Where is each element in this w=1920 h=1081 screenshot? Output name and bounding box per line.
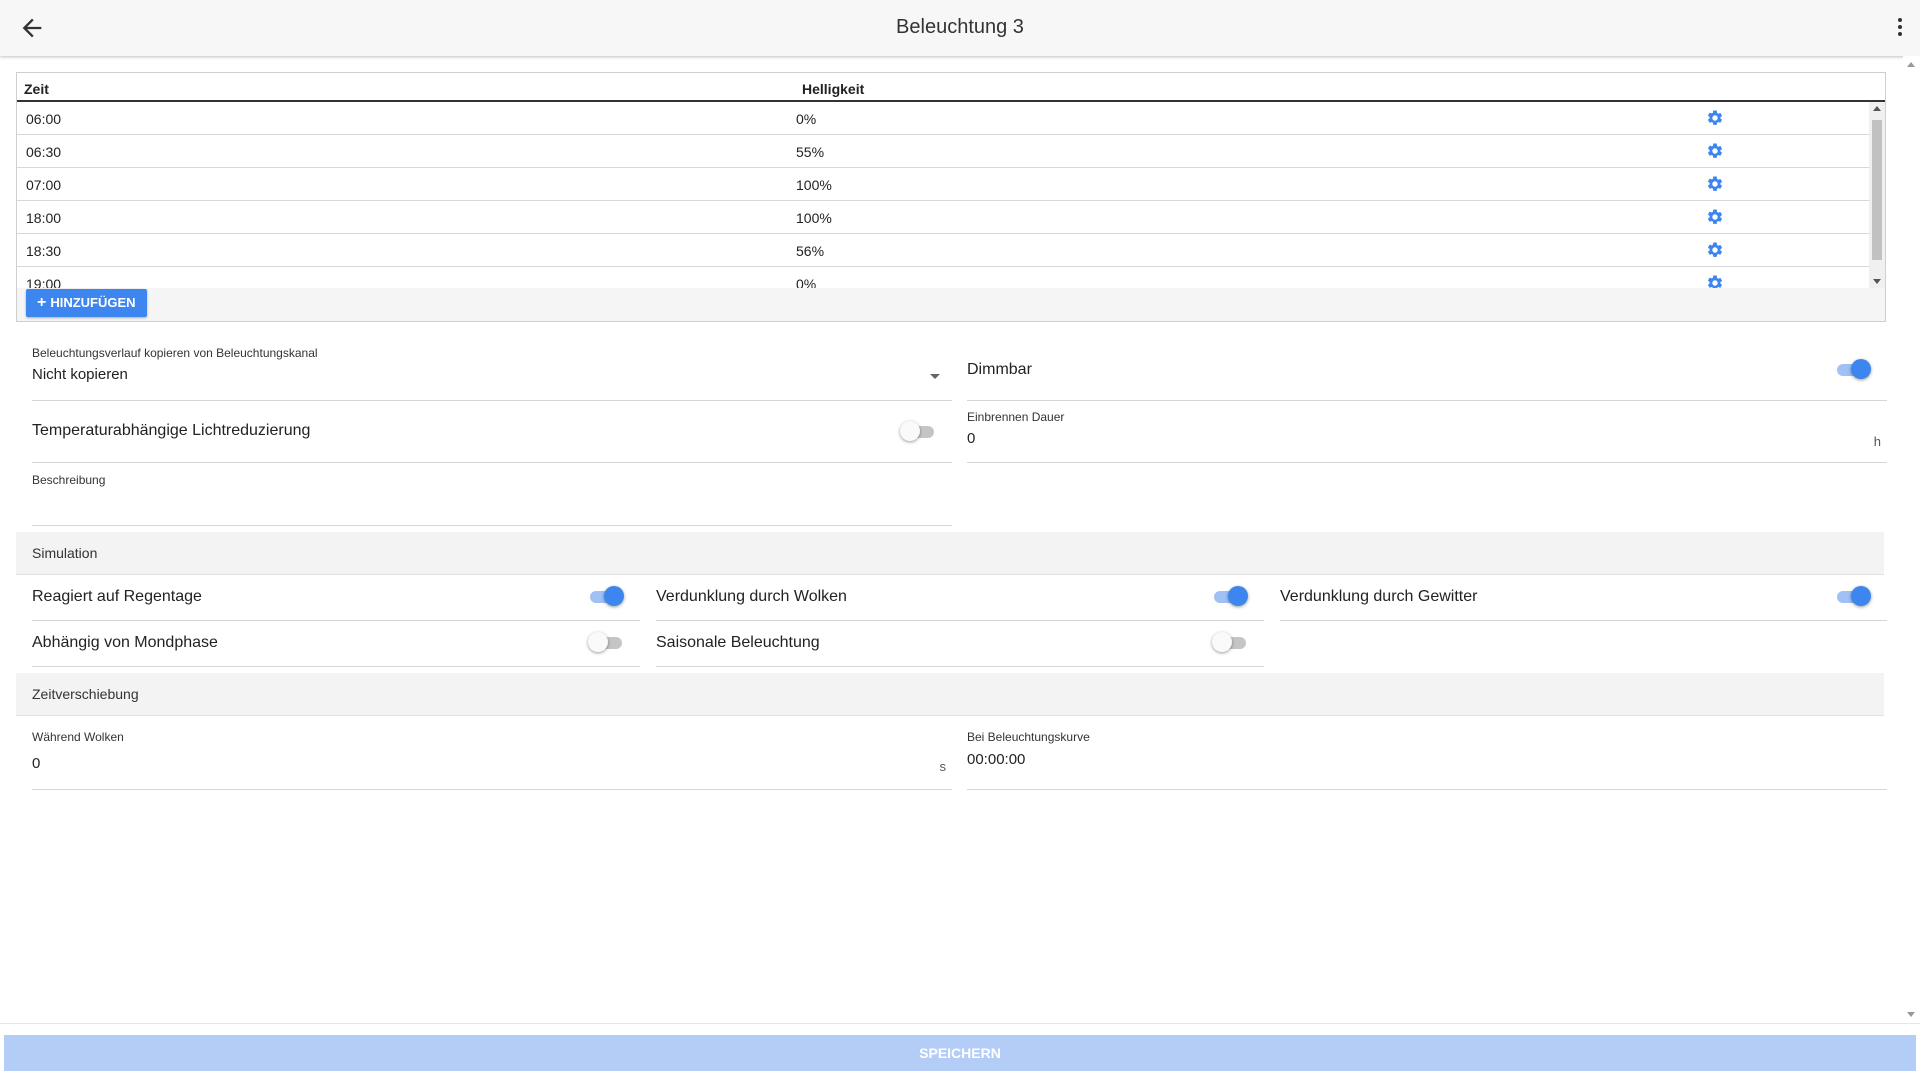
gear-icon[interactable] bbox=[1706, 208, 1724, 226]
cloud-timeshift-unit: s bbox=[939, 759, 947, 774]
curve-timeshift-field[interactable]: Bei Beleuchtungskurve 00:00:00 bbox=[967, 730, 1887, 790]
row-time: 19:00 bbox=[26, 276, 62, 288]
row-brightness: 0% bbox=[796, 276, 817, 288]
column-header-brightness: Helligkeit bbox=[802, 81, 865, 97]
burn-in-unit: h bbox=[1873, 434, 1881, 449]
gear-icon[interactable] bbox=[1706, 142, 1724, 160]
row-brightness: 0% bbox=[796, 111, 817, 127]
seasonal-lighting-label: Saisonale Beleuchtung bbox=[656, 634, 820, 651]
burn-in-duration-field[interactable]: Einbrennen Dauer 0 h bbox=[967, 410, 1887, 463]
timeshift-section-header: Zeitverschiebung bbox=[16, 673, 1884, 716]
scroll-down-arrow-icon[interactable] bbox=[1873, 279, 1881, 284]
table-row[interactable]: 06:00 0% bbox=[17, 102, 1885, 135]
simulation-section-header: Simulation bbox=[16, 532, 1884, 575]
row-brightness: 100% bbox=[796, 210, 832, 226]
cloud-timeshift-value: 0 bbox=[32, 755, 41, 772]
burn-in-label: Einbrennen Dauer bbox=[967, 410, 1065, 424]
storm-dimming-label: Verdunklung durch Gewitter bbox=[1280, 588, 1478, 605]
row-time: 07:00 bbox=[26, 177, 62, 193]
scroll-up-arrow-icon[interactable] bbox=[1873, 106, 1881, 111]
cloud-dimming-row: Verdunklung durch Wolken bbox=[656, 575, 1264, 621]
simulation-title: Simulation bbox=[32, 545, 98, 561]
more-vert-icon[interactable] bbox=[1890, 16, 1910, 40]
page-scrollbar[interactable] bbox=[1903, 56, 1920, 1023]
rain-days-label: Reagiert auf Regentage bbox=[32, 588, 202, 605]
gear-icon[interactable] bbox=[1706, 175, 1724, 193]
row-time: 18:30 bbox=[26, 243, 62, 259]
table-row[interactable]: 18:00 100% bbox=[17, 201, 1885, 234]
curve-timeshift-value: 00:00:00 bbox=[967, 751, 1026, 768]
copy-from-select[interactable]: Beleuchtungsverlauf kopieren von Beleuch… bbox=[32, 346, 952, 401]
row-time: 06:30 bbox=[26, 144, 62, 160]
rain-days-row: Reagiert auf Regentage bbox=[32, 575, 640, 621]
scroll-thumb[interactable] bbox=[1872, 120, 1882, 260]
cloud-timeshift-label: Während Wolken bbox=[32, 730, 124, 744]
row-brightness: 55% bbox=[796, 144, 825, 160]
dimmable-row: Dimmbar bbox=[967, 346, 1887, 401]
gear-icon[interactable] bbox=[1706, 109, 1724, 127]
gear-icon[interactable] bbox=[1706, 274, 1724, 288]
description-label: Beschreibung bbox=[32, 473, 106, 487]
footer-bar: SPEICHERN bbox=[0, 1023, 1920, 1081]
temp-reduction-toggle[interactable] bbox=[900, 421, 936, 441]
table-row[interactable]: 19:00 0% bbox=[17, 267, 1885, 288]
row-time: 06:00 bbox=[26, 111, 62, 127]
storm-dimming-toggle[interactable] bbox=[1835, 586, 1871, 606]
column-header-time: Zeit bbox=[24, 81, 49, 97]
lighting-schedule-table: Zeit Helligkeit 06:00 0% 06:30 55% 07:00… bbox=[16, 72, 1886, 322]
add-entry-button[interactable]: + HINZUFÜGEN bbox=[26, 289, 147, 317]
copy-from-label: Beleuchtungsverlauf kopieren von Beleuch… bbox=[32, 346, 318, 360]
temp-reduction-row: Temperaturabhängige Lichtreduzierung bbox=[32, 400, 952, 463]
storm-dimming-row: Verdunklung durch Gewitter bbox=[1280, 575, 1887, 621]
scroll-up-arrow-icon[interactable] bbox=[1907, 62, 1915, 67]
row-time: 18:00 bbox=[26, 210, 62, 226]
row-brightness: 100% bbox=[796, 177, 832, 193]
curve-timeshift-label: Bei Beleuchtungskurve bbox=[967, 730, 1090, 744]
plus-icon: + bbox=[37, 294, 47, 311]
scroll-down-arrow-icon[interactable] bbox=[1907, 1012, 1915, 1017]
rain-days-toggle[interactable] bbox=[588, 586, 624, 606]
page-title: Beleuchtung 3 bbox=[896, 16, 1024, 38]
moon-phase-label: Abhängig von Mondphase bbox=[32, 634, 218, 651]
gear-icon[interactable] bbox=[1706, 241, 1724, 259]
description-field[interactable]: Beschreibung bbox=[32, 473, 952, 526]
copy-from-value: Nicht kopieren bbox=[32, 366, 128, 383]
cloud-dimming-label: Verdunklung durch Wolken bbox=[656, 588, 847, 605]
app-bar: Beleuchtung 3 bbox=[0, 0, 1920, 56]
timeshift-title: Zeitverschiebung bbox=[32, 686, 139, 702]
table-body[interactable]: 06:00 0% 06:30 55% 07:00 100% 18:00 100%… bbox=[17, 102, 1885, 288]
dimmable-toggle[interactable] bbox=[1835, 359, 1871, 379]
seasonal-lighting-row: Saisonale Beleuchtung bbox=[656, 621, 1264, 667]
moon-phase-toggle[interactable] bbox=[588, 632, 624, 652]
row-brightness: 56% bbox=[796, 243, 825, 259]
burn-in-value: 0 bbox=[967, 430, 976, 447]
save-button[interactable]: SPEICHERN bbox=[4, 1035, 1916, 1071]
table-row[interactable]: 07:00 100% bbox=[17, 168, 1885, 201]
moon-phase-row: Abhängig von Mondphase bbox=[32, 621, 640, 667]
table-row[interactable]: 18:30 56% bbox=[17, 234, 1885, 267]
dimmable-label: Dimmbar bbox=[967, 361, 1032, 378]
table-row[interactable]: 06:30 55% bbox=[17, 135, 1885, 168]
add-button-label: HINZUFÜGEN bbox=[50, 295, 136, 310]
temp-reduction-label: Temperaturabhängige Lichtreduzierung bbox=[32, 422, 311, 439]
seasonal-lighting-toggle[interactable] bbox=[1212, 632, 1248, 652]
dropdown-caret-icon bbox=[930, 374, 940, 379]
table-header: Zeit Helligkeit bbox=[17, 73, 1885, 102]
table-scrollbar[interactable] bbox=[1869, 102, 1885, 288]
main-content: Zeit Helligkeit 06:00 0% 06:30 55% 07:00… bbox=[0, 56, 1903, 1023]
cloud-dimming-toggle[interactable] bbox=[1212, 586, 1248, 606]
cloud-timeshift-field[interactable]: Während Wolken 0 s bbox=[32, 730, 952, 790]
